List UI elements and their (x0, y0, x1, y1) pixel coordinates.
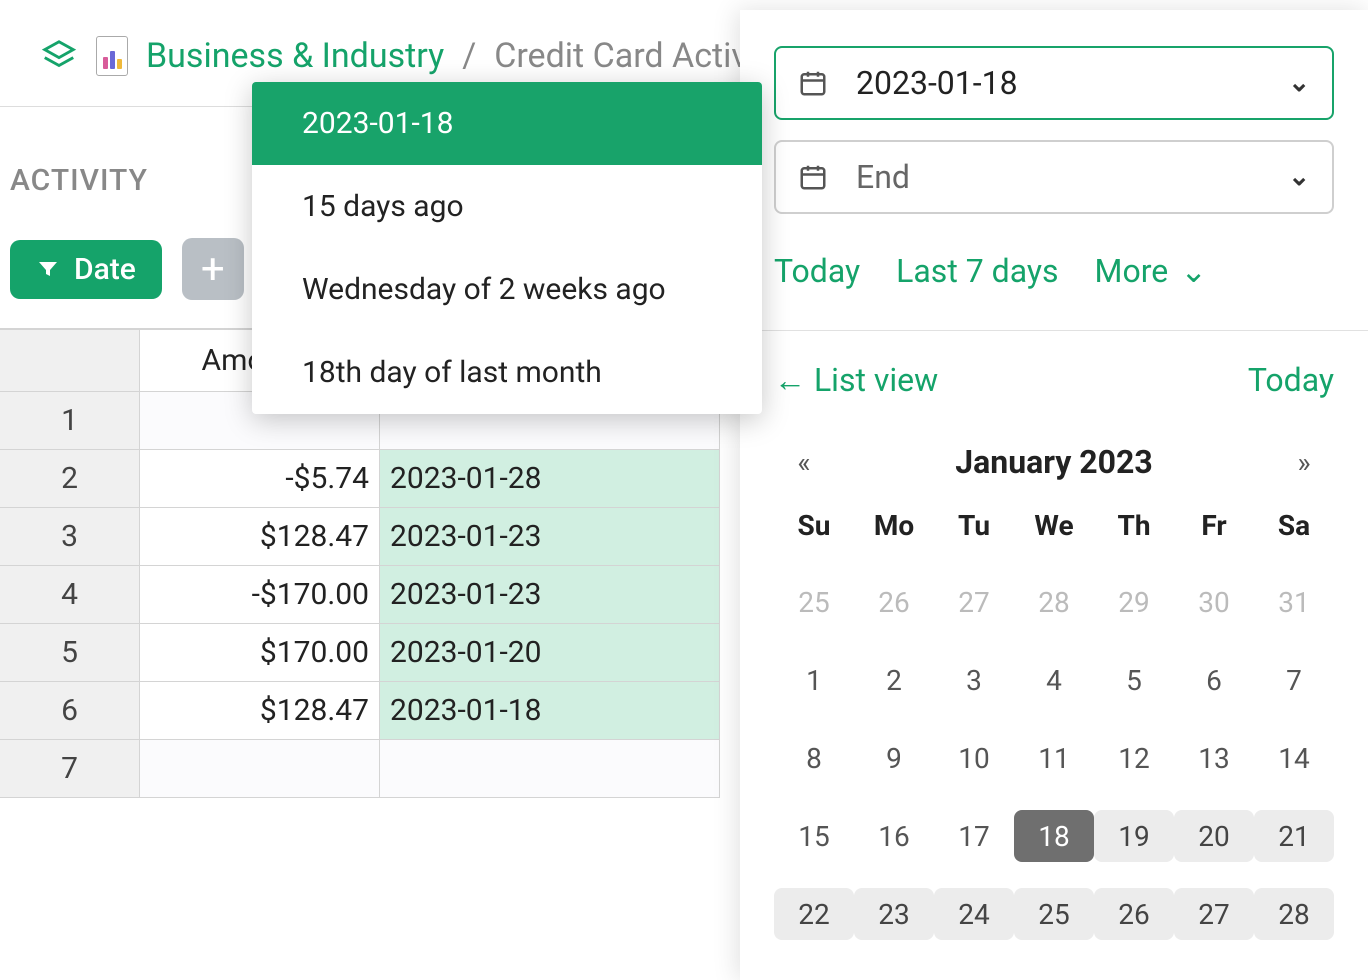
layers-icon[interactable] (40, 37, 78, 75)
calendar-dow: Su (774, 509, 854, 550)
calendar-day[interactable]: 24 (934, 888, 1014, 940)
calendar-day[interactable]: 9 (854, 732, 934, 784)
quick-today[interactable]: Today (774, 252, 860, 290)
calendar-grid: SuMoTuWeThFrSa25262728293031123456789101… (774, 509, 1334, 940)
calendar-day[interactable]: 8 (774, 732, 854, 784)
calendar-day[interactable]: 26 (854, 576, 934, 628)
divider (740, 330, 1368, 331)
calendar-dow: Sa (1254, 509, 1334, 550)
calendar-day[interactable]: 4 (1014, 654, 1094, 706)
row-index: 7 (0, 740, 140, 798)
calendar-day[interactable]: 28 (1014, 576, 1094, 628)
calendar-dow: Mo (854, 509, 934, 550)
cell-date[interactable]: 2023-01-20 (380, 624, 720, 682)
filter-icon (36, 257, 60, 281)
calendar-day[interactable]: 10 (934, 732, 1014, 784)
calendar-header: « January 2023 » (774, 443, 1334, 481)
list-view-link[interactable]: ← List view (774, 361, 938, 399)
start-date-field[interactable]: 2023-01-18 ⌄ (774, 46, 1334, 120)
calendar-day[interactable]: 25 (1014, 888, 1094, 940)
quick-range-links: Today Last 7 days More ⌄ (774, 252, 1334, 290)
calendar-day[interactable]: 25 (774, 576, 854, 628)
end-date-field[interactable]: End ⌄ (774, 140, 1334, 214)
calendar-icon (798, 162, 828, 192)
add-filter-button[interactable]: + (182, 238, 244, 300)
cell-date[interactable] (380, 740, 720, 798)
cell-amount[interactable]: -$5.74 (140, 450, 380, 508)
calendar-day[interactable]: 30 (1174, 576, 1254, 628)
calendar-day[interactable]: 22 (774, 888, 854, 940)
prev-month-button[interactable]: « (774, 446, 834, 479)
next-month-button[interactable]: » (1274, 446, 1334, 479)
calendar-day[interactable]: 13 (1174, 732, 1254, 784)
row-index: 6 (0, 682, 140, 740)
chevron-down-icon: ⌄ (1180, 252, 1207, 290)
calendar-dow: Fr (1174, 509, 1254, 550)
row-index: 3 (0, 508, 140, 566)
calendar-day[interactable]: 18 (1014, 810, 1094, 862)
calendar-day[interactable]: 27 (934, 576, 1014, 628)
row-index: 1 (0, 392, 140, 450)
calendar-dow: We (1014, 509, 1094, 550)
suggestion-option[interactable]: 2023-01-18 (252, 82, 762, 165)
cell-date[interactable]: 2023-01-18 (380, 682, 720, 740)
cell-amount[interactable] (140, 740, 380, 798)
cell-date[interactable]: 2023-01-28 (380, 450, 720, 508)
calendar-day[interactable]: 20 (1174, 810, 1254, 862)
quick-last-7-days[interactable]: Last 7 days (896, 252, 1058, 290)
today-link[interactable]: Today (1248, 361, 1334, 399)
row-index: 2 (0, 450, 140, 508)
date-filter-chip[interactable]: Date (10, 240, 162, 299)
calendar-dow: Th (1094, 509, 1174, 550)
date-suggestion-dropdown: 2023-01-1815 days agoWednesday of 2 week… (252, 82, 762, 414)
calendar-day[interactable]: 17 (934, 810, 1014, 862)
calendar-day[interactable]: 14 (1254, 732, 1334, 784)
chevron-down-icon: ⌄ (1288, 68, 1310, 98)
breadcrumb-parent[interactable]: Business & Industry (146, 36, 444, 76)
row-index: 4 (0, 566, 140, 624)
cell-date[interactable]: 2023-01-23 (380, 566, 720, 624)
suggestion-option[interactable]: Wednesday of 2 weeks ago (252, 248, 762, 331)
calendar-day[interactable]: 12 (1094, 732, 1174, 784)
calendar-day[interactable]: 7 (1254, 654, 1334, 706)
suggestion-option[interactable]: 15 days ago (252, 165, 762, 248)
chevron-down-icon: ⌄ (1288, 162, 1310, 192)
calendar-nav-links: ← List view Today (774, 361, 1334, 399)
date-range-panel: 2023-01-18 ⌄ End ⌄ Today Last 7 days Mor… (740, 10, 1368, 980)
calendar-day[interactable]: 26 (1094, 888, 1174, 940)
quick-more[interactable]: More ⌄ (1095, 252, 1208, 290)
cell-amount[interactable]: $170.00 (140, 624, 380, 682)
calendar-day[interactable]: 19 (1094, 810, 1174, 862)
calendar-title: January 2023 (834, 443, 1274, 481)
calendar-day[interactable]: 27 (1174, 888, 1254, 940)
cell-amount[interactable]: $128.47 (140, 682, 380, 740)
calendar-day[interactable]: 15 (774, 810, 854, 862)
calendar-day[interactable]: 3 (934, 654, 1014, 706)
row-index: 5 (0, 624, 140, 682)
calendar-day[interactable]: 11 (1014, 732, 1094, 784)
cell-amount[interactable]: $128.47 (140, 508, 380, 566)
calendar-day[interactable]: 1 (774, 654, 854, 706)
quick-more-label: More (1095, 252, 1169, 290)
calendar-icon (798, 68, 828, 98)
calendar-day[interactable]: 16 (854, 810, 934, 862)
calendar-day[interactable]: 29 (1094, 576, 1174, 628)
suggestion-option[interactable]: 18th day of last month (252, 331, 762, 414)
calendar-day[interactable]: 31 (1254, 576, 1334, 628)
calendar-day[interactable]: 23 (854, 888, 934, 940)
cell-date[interactable]: 2023-01-23 (380, 508, 720, 566)
document-icon (96, 36, 128, 76)
start-date-value: 2023-01-18 (856, 64, 1288, 102)
calendar-day[interactable]: 28 (1254, 888, 1334, 940)
calendar-day[interactable]: 5 (1094, 654, 1174, 706)
calendar-day[interactable]: 21 (1254, 810, 1334, 862)
calendar-dow: Tu (934, 509, 1014, 550)
breadcrumb-separator: / (462, 36, 476, 76)
plus-icon: + (201, 245, 225, 294)
end-date-placeholder: End (856, 158, 1288, 196)
date-filter-label: Date (74, 252, 136, 287)
cell-amount[interactable]: -$170.00 (140, 566, 380, 624)
calendar-day[interactable]: 2 (854, 654, 934, 706)
calendar-day[interactable]: 6 (1174, 654, 1254, 706)
